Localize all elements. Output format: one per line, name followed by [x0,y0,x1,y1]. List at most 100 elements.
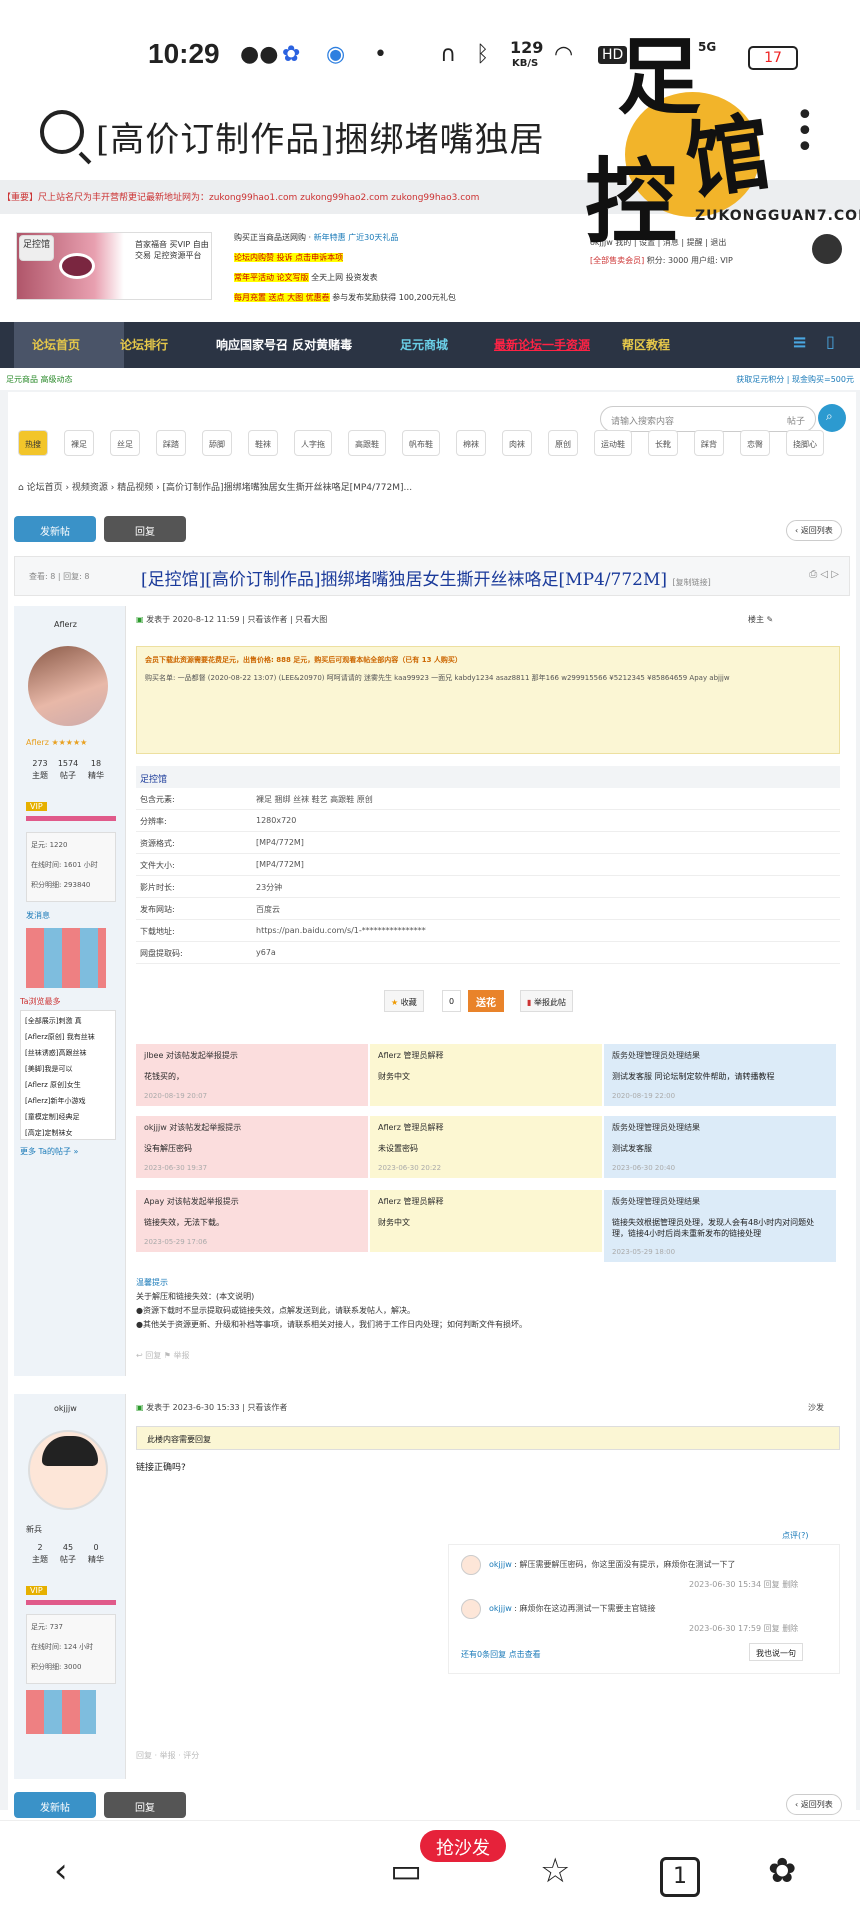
post2-author[interactable]: okjjjw [54,1404,77,1413]
post2-content: ▣ 发表于 2023-6-30 15:33 | 只看该作者 沙发 此楼内容需要回… [128,1394,850,1779]
tag-7[interactable]: 高跟鞋 [348,430,386,456]
tag-1[interactable]: 裸足 [64,430,94,456]
main-nav: 论坛首页 论坛排行 响应国家号召 反对黄赌毒 足元商城 最新论坛一手资源 帮区教… [0,322,860,368]
post1-avatar[interactable] [28,646,108,726]
recent-thread[interactable]: [丝袜诱惑]高跟丝袜 [25,1045,111,1061]
tag-11[interactable]: 原创 [548,430,578,456]
comment-box: okjjjw : 解压需要解压密码，你这里面没有提示，麻烦你在测试一下了 202… [448,1544,840,1674]
recent-thread[interactable]: [Aflerz]新年小游戏 [25,1093,111,1109]
back-to-list-button-bottom[interactable]: ‹ 返回列表 [786,1794,842,1815]
tag-5[interactable]: 鞋袜 [248,430,278,456]
nav-latest[interactable]: 最新论坛一手资源 [494,336,590,353]
nav-shop[interactable]: 足元商城 [400,336,448,353]
nav-home[interactable]: 论坛首页 [32,336,80,353]
ad-item[interactable]: 常年平活动 论文写版 全天上网 投资发表 [234,268,484,288]
nav-ranking[interactable]: 论坛排行 [120,336,168,353]
search-button[interactable]: ⌕ [818,404,846,432]
post2-stats: 2 主题45 帖子0 精华 [32,1543,104,1564]
post1-author[interactable]: Aflerz [54,620,77,629]
forum-search-input[interactable]: 请输入搜索内容 帖子 [600,406,816,432]
vip-badge: VIP [26,1586,47,1595]
baidu-paw-icon[interactable]: ✿ [768,1851,797,1891]
speed-unit: KB/S [512,58,539,69]
comment-avatar [461,1599,481,1619]
subnav-left[interactable]: 足元商品 高级动态 [6,375,73,384]
download-link[interactable]: https://pan.baidu.com/s/1-**************… [256,926,426,935]
tag-8[interactable]: 帆布鞋 [402,430,440,456]
more-comments-link[interactable]: 还有0条回复 点击查看 [461,1649,541,1660]
ad-list: 购买正当商品送网购 · 新年特惠 广近30天礼品 论坛内购赞 投诉 点击申诉本项… [234,228,484,308]
table-row: 分辨率: 1280x720 [136,810,840,832]
level-progress [26,816,116,821]
new-thread-button-bottom[interactable]: 发新帖 [14,1792,96,1818]
recent-thread[interactable]: [全部展示]刺激 真 [25,1013,111,1029]
post2-actions[interactable]: 回复 · 举报 · 评分 [136,1750,199,1761]
more-threads-link[interactable]: 更多 Ta的帖子 » [20,1146,78,1157]
send-message-link[interactable]: 发消息 [26,910,50,921]
table-row: 下载地址: https://pan.baidu.com/s/1-*********… [136,920,840,942]
send-flower-button[interactable]: 送花 [468,990,504,1012]
tag-15[interactable]: 恋臀 [740,430,770,456]
tag-12[interactable]: 运动鞋 [594,430,632,456]
back-to-list-button[interactable]: ‹ 返回列表 [786,520,842,541]
tag-3[interactable]: 踩踏 [156,430,186,456]
ad-item[interactable]: 购买正当商品送网购 · 新年特惠 广近30天礼品 [234,228,484,248]
tag-9[interactable]: 棉袜 [456,430,486,456]
post2-rank: 新兵 [26,1525,42,1534]
back-icon[interactable]: ‹ [54,1851,68,1891]
recent-thread[interactable]: [高定]定制袜女 [25,1125,111,1139]
recent-thread[interactable]: [Aflerz原创] 我有丝袜 [25,1029,111,1045]
breadcrumb[interactable]: ⌂ 论坛首页 › 视频资源 › 精品视频 › [高价订制作品]捆绑堵嘴独居女生撕… [18,480,412,493]
mobile-icon[interactable]: ▯ [826,332,835,351]
reply-button[interactable]: 回复 [104,516,186,542]
favorite-button[interactable]: ★ 收藏 [384,990,424,1012]
new-thread-button[interactable]: 发新帖 [14,516,96,542]
ad-item[interactable]: 论坛内购赞 投诉 点击申诉本项 [234,248,484,268]
tag-14[interactable]: 踩背 [694,430,724,456]
vip-badge: VIP [26,802,47,811]
copy-link[interactable]: [复制链接] [672,578,710,587]
tag-13[interactable]: 长靴 [648,430,678,456]
comments-label[interactable]: 点评(?) [782,1530,809,1541]
report-tip: jlbee 对该帖发起举报提示 花钱买的， 2020-08-19 20:07 [136,1044,368,1106]
comment-icon[interactable]: ▭ [390,1851,422,1891]
tag-0[interactable]: 热搜 [18,430,48,456]
forum-logo[interactable]: 足控馆 首家福音 买VIP 自由交易 足控资源平台 [16,232,212,300]
tag-6[interactable]: 人字拖 [294,430,332,456]
nav-slogan[interactable]: 响应国家号召 反对黄赌毒 [216,336,352,353]
recent-thread[interactable]: [Aflerz 原创]女生 [25,1077,111,1093]
ad-item[interactable]: 每月充置 送点 大图 优惠卷 参与发布奖励获得 100,200元礼包 [234,288,484,308]
star-icon[interactable]: ☆ [540,1851,570,1891]
menu-icon[interactable]: ≡ [792,332,807,353]
wifi-icon: ◠ [554,42,574,67]
home-icon[interactable]: ⌂ [18,483,27,493]
search-query[interactable]: [高价订制作品]捆绑堵嘴独居 [96,112,545,161]
reply-button-bottom[interactable]: 回复 [104,1792,186,1818]
purchase-notice: 会员下载此资源需要花费足元，出售价格: 888 足元，购买后可观看本帖全部内容（… [145,656,462,664]
table-row: 发布网站: 百度云 [136,898,840,920]
report-button[interactable]: ▮ 举报此帖 [520,990,573,1012]
print-icon[interactable]: ⎙ ◁ ▷ [809,569,839,580]
post2-avatar[interactable] [28,1430,108,1510]
most-viewed-label: Ta浏览最多 [20,997,61,1006]
thread-title-bar: 查看: 8 | 回复: 8 [足控馆][高价订制作品]捆绑堵嘴独居女生撕开丝袜咯… [14,556,850,596]
search-icon[interactable] [40,110,84,154]
tag-16[interactable]: 挠脚心 [786,430,824,456]
nav-help[interactable]: 帮区教程 [622,336,670,353]
tag-2[interactable]: 丝足 [110,430,140,456]
report-icon: ▮ [527,998,534,1007]
subnav-right[interactable]: 获取足元积分 | 现金购买=500元 [736,374,854,385]
recent-thread[interactable]: [童模定制]经典足 [25,1109,111,1125]
recent-thread[interactable]: [美脚]我是可以 [25,1061,111,1077]
headphone-icon: ∩ [440,42,457,67]
post1-actions[interactable]: ↩ 回复 ⚑ 举报 [136,1350,190,1361]
tabs-button[interactable]: 1 [660,1857,700,1897]
post1-meta: ▣ 发表于 2020-8-12 11:59 | 只看该作者 | 只看大图 [136,615,328,624]
comment-item: okjjjw : 解压需要解压密码，你这里面没有提示，麻烦你在测试一下了 [489,1560,736,1569]
sub-nav: 足元商品 高级动态 获取足元积分 | 现金购买=500元 [0,368,860,390]
post2-meta: ▣ 发表于 2023-6-30 15:33 | 只看该作者 [136,1403,288,1412]
tag-10[interactable]: 肉袜 [502,430,532,456]
tag-4[interactable]: 舔脚 [202,430,232,456]
chat-badge[interactable]: 抢沙发 [420,1830,506,1862]
add-comment-button[interactable]: 我也说一句 [749,1643,803,1661]
